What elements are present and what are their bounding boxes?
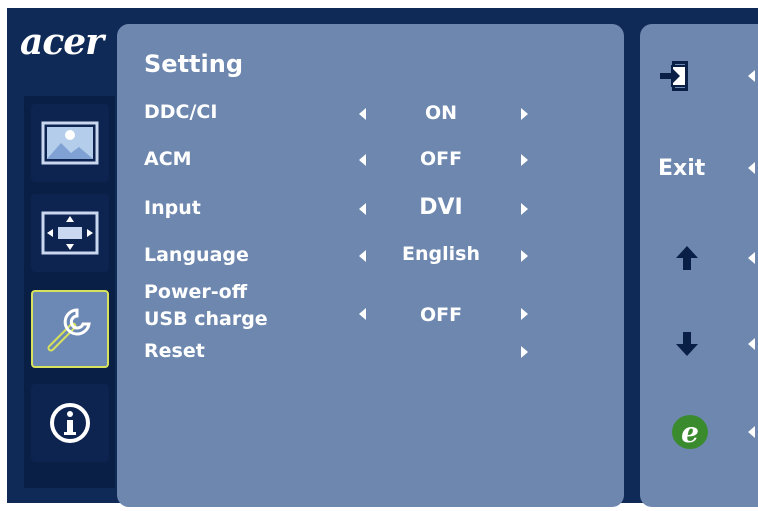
row-input-right-arrow[interactable] bbox=[521, 203, 528, 215]
wrench-icon bbox=[47, 308, 91, 352]
up-button[interactable] bbox=[658, 228, 755, 288]
svg-text:e: e bbox=[681, 416, 699, 449]
down-button[interactable] bbox=[658, 314, 755, 374]
exit-label: Exit bbox=[658, 155, 706, 181]
button-guide-panel: Exit e bbox=[640, 24, 758, 507]
row-label-input: Input bbox=[144, 197, 201, 219]
row-acm-right-arrow[interactable] bbox=[521, 154, 528, 166]
down-caret bbox=[748, 338, 755, 350]
row-ddcci-left-arrow[interactable] bbox=[359, 108, 366, 120]
picture-icon bbox=[41, 121, 99, 165]
exit-button[interactable]: Exit bbox=[658, 138, 755, 198]
position-icon bbox=[41, 211, 99, 255]
sidebar-item-position[interactable] bbox=[31, 194, 109, 272]
empowering-caret bbox=[748, 426, 755, 438]
acer-logo: acer bbox=[20, 21, 104, 63]
row-value-language: English bbox=[402, 243, 480, 265]
row-label-ddcci: DDC/CI bbox=[144, 101, 218, 123]
row-language-left-arrow[interactable] bbox=[359, 250, 366, 262]
e-key-icon: e bbox=[672, 415, 708, 449]
exit-caret bbox=[748, 162, 755, 174]
row-acm-left-arrow[interactable] bbox=[359, 154, 366, 166]
row-language-right-arrow[interactable] bbox=[521, 250, 528, 262]
setting-panel: Setting DDC/CI ON ACM OFF Input DVI Lang… bbox=[117, 24, 624, 507]
row-value-ddcci: ON bbox=[424, 102, 458, 124]
menu-exit-button[interactable] bbox=[658, 46, 755, 106]
row-value-usb-charge: OFF bbox=[419, 304, 463, 326]
page-title: Setting bbox=[144, 50, 243, 78]
row-label-power-off: Power-off bbox=[144, 281, 248, 303]
row-value-input: DVI bbox=[419, 195, 463, 220]
row-value-acm: OFF bbox=[419, 148, 463, 170]
exit-door-icon bbox=[660, 61, 688, 91]
sidebar-item-picture[interactable] bbox=[31, 104, 109, 182]
arrow-up-icon bbox=[676, 246, 698, 270]
arrow-down-icon bbox=[676, 332, 698, 356]
row-ddcci-right-arrow[interactable] bbox=[521, 108, 528, 120]
row-usb-charge-right-arrow[interactable] bbox=[521, 308, 528, 320]
up-caret bbox=[748, 252, 755, 264]
sidebar-item-setting[interactable] bbox=[31, 290, 109, 368]
row-label-usb-charge: USB charge bbox=[144, 308, 268, 330]
row-usb-charge-left-arrow[interactable] bbox=[359, 308, 366, 320]
row-label-acm: ACM bbox=[144, 148, 192, 170]
row-label-language: Language bbox=[144, 244, 249, 266]
info-icon bbox=[50, 403, 90, 443]
row-reset-right-arrow[interactable] bbox=[521, 346, 528, 358]
row-label-reset: Reset bbox=[144, 340, 205, 362]
sidebar-item-information[interactable] bbox=[31, 384, 109, 462]
row-input-left-arrow[interactable] bbox=[359, 203, 366, 215]
sidebar bbox=[24, 96, 115, 488]
empowering-button[interactable]: e bbox=[658, 402, 755, 462]
menu-exit-caret bbox=[748, 70, 755, 82]
